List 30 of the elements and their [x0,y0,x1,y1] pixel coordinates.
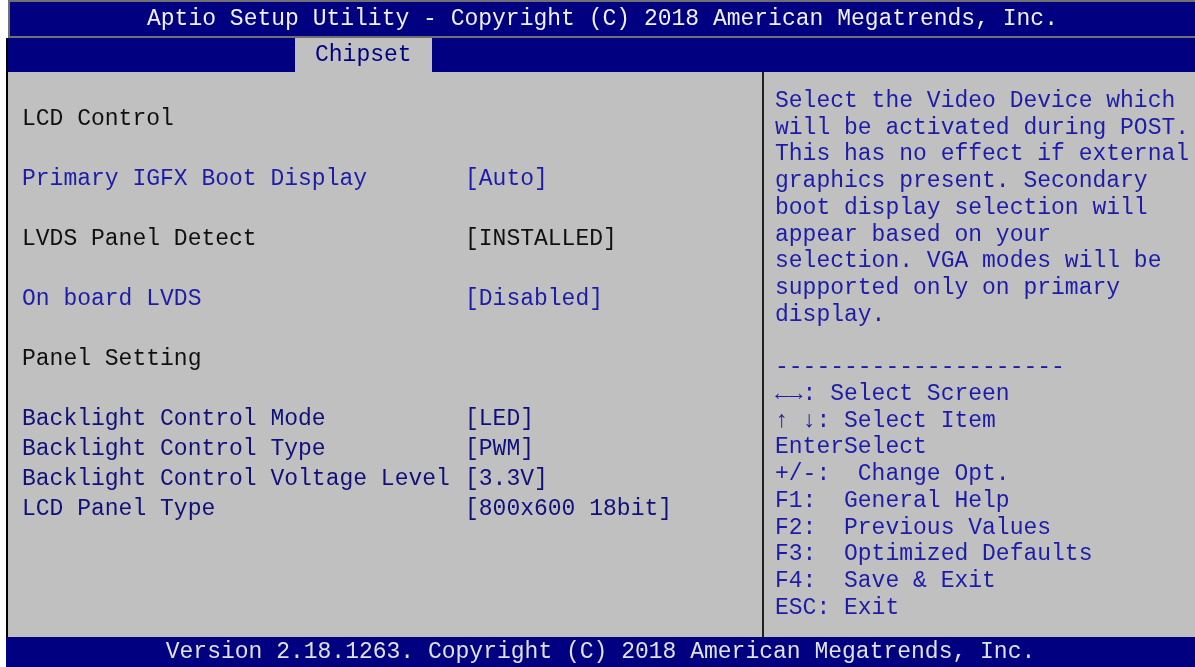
key-legend-line: ↑ ↓: Select Item [775,407,996,435]
status-bar: Version 2.18.1263. Copyright (C) 2018 American Megatrends, Inc. [6,637,1195,667]
setting-value[interactable]: [Auto] [465,161,548,197]
setting-label[interactable]: Primary IGFX Boot Display [22,161,465,197]
key-legend-line: +/-: Change Opt. [775,461,1010,488]
setting-label: LVDS Panel Detect [22,224,258,254]
key-legend-line: F3: Optimized Defaults [775,541,1093,568]
key-legend-line: EnterSelect [775,434,927,462]
setting-label: Panel Setting [22,344,203,374]
setting-value: [PWM] [465,434,534,464]
setting-value: [INSTALLED] [465,224,617,254]
key-legend-line: F1: General Help [775,487,1010,515]
setting-value: [LED] [465,404,534,434]
setting-label: LCD Control [22,104,175,134]
setting-value[interactable]: [Disabled] [465,281,604,317]
help-separator: --------------------- [775,354,1066,382]
setting-value: [3.3V] [465,464,548,494]
setting-label[interactable]: On board LVDS [22,281,465,317]
setting-label: Backlight Control Voltage Level [22,464,451,494]
setting-label: Backlight Control Mode [22,404,327,434]
help-text: Select the Video Device which will be activated during POST. This has no effect if external graphics present. Secondary boot display selection will appear based on your selection. VGA modes will be supported only on primary display. [775,88,1191,329]
setting-label: Backlight Control Type [22,434,327,464]
setting-value: [800x600 18bit] [465,494,673,524]
setting-label: LCD Panel Type [22,494,217,524]
menu-tab[interactable]: Chipset [295,38,432,72]
key-legend-line: ←→: Select Screen [775,381,1010,408]
key-legend-line: F2: Previous Values [775,514,1052,542]
key-legend-line: F4: Save & Exit [775,567,996,595]
title-bar: Aptio Setup Utility - Copyright (C) 2018 American Megatrends, Inc. [8,0,1195,38]
key-legend-line: ESC: Exit [775,594,900,622]
